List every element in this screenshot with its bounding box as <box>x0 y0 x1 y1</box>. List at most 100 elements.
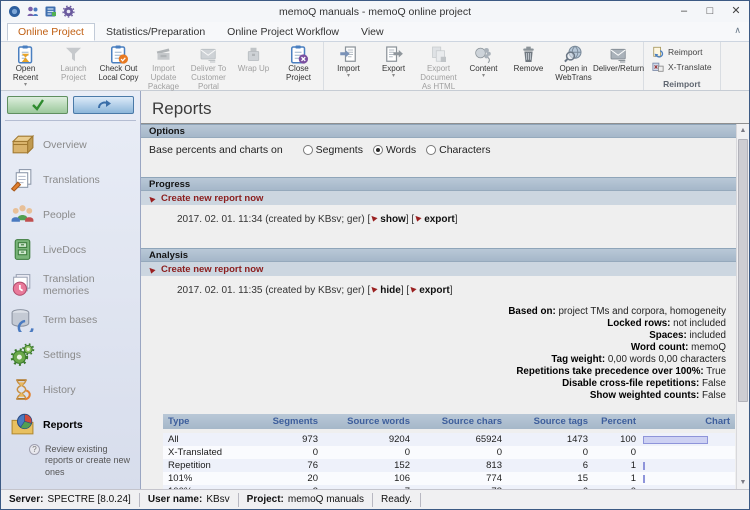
tab-statistics-preparation[interactable]: Statistics/Preparation <box>95 23 216 41</box>
sidebar-item-term-bases[interactable]: Term bases <box>1 302 140 337</box>
cell-source_tags: 1473 <box>507 431 593 446</box>
sidebar-item-overview[interactable]: Overview <box>1 127 140 162</box>
setting-value: included <box>690 330 727 341</box>
list-quick-icon[interactable] <box>44 5 57 18</box>
cell-source_tags: 0 <box>507 446 593 459</box>
radio-segments[interactable]: Segments <box>303 144 363 156</box>
cell-percent: 0 <box>593 446 641 459</box>
deliver-return-button[interactable]: Deliver/Return <box>596 43 641 74</box>
refresh-button[interactable] <box>73 96 134 114</box>
analysis-create-report-link[interactable]: Create new report now <box>141 262 736 276</box>
sidebar-item-translation-memories[interactable]: Translation memories <box>1 267 140 302</box>
reports-icon <box>10 412 35 437</box>
content-button[interactable]: Content▾ <box>461 43 506 78</box>
sidebar-item-reports[interactable]: Reports <box>1 407 140 442</box>
reimport-icon <box>652 46 664 58</box>
red-arrow-icon <box>371 285 378 292</box>
scroll-down-icon[interactable]: ▼ <box>737 476 749 489</box>
content-icon <box>473 44 494 65</box>
show-link[interactable]: show <box>368 214 409 225</box>
cell-source_words: 7 <box>323 485 415 489</box>
sidebar-item-label: People <box>43 209 76 221</box>
progress-export-link[interactable]: export <box>411 214 457 225</box>
status-ready: Ready. <box>373 494 420 505</box>
cell-percent: 1 <box>593 459 641 472</box>
hide-link[interactable]: hide <box>368 285 404 296</box>
x-translate-icon <box>652 61 664 73</box>
ribbon-button-label: Open in WebTrans <box>551 65 596 83</box>
confirm-button[interactable] <box>7 96 68 114</box>
status-value: SPECTRE [8.0.24] <box>47 494 130 505</box>
column-header-segments: Segments <box>241 414 323 431</box>
gear-quick-icon[interactable] <box>62 5 75 18</box>
ribbon-button-label: Deliver/Return <box>593 65 644 74</box>
chart-bar <box>643 475 645 483</box>
cell-segments: 0 <box>241 446 323 459</box>
scrollbar-thumb[interactable] <box>738 139 748 402</box>
export-button[interactable]: Export▾ <box>371 43 416 78</box>
open-recent-button[interactable]: Open Recent▾ <box>3 43 48 87</box>
people-icon <box>10 202 35 227</box>
deliver-to-customer-portal-icon <box>198 44 219 65</box>
setting-value: 0,00 words 0,00 characters <box>608 354 726 365</box>
ribbon-button-label: Wrap Up <box>238 65 269 74</box>
red-arrow-icon <box>149 266 156 273</box>
radio-label: Characters <box>439 144 490 156</box>
radio-characters[interactable]: Characters <box>426 144 490 156</box>
tab-view[interactable]: View <box>350 23 395 41</box>
reimport-button[interactable]: Reimport <box>652 46 712 58</box>
close-button[interactable]: ✕ <box>723 2 749 22</box>
sidebar-item-translations[interactable]: Translations <box>1 162 140 197</box>
setting-label: Show weighted counts: <box>590 390 699 401</box>
people-quick-icon[interactable] <box>26 5 39 18</box>
progress-create-report-link[interactable]: Create new report now <box>141 191 736 205</box>
cell-source_chars: 0 <box>415 446 507 459</box>
tab-online-project-workflow[interactable]: Online Project Workflow <box>216 23 350 41</box>
close-project-button[interactable]: Close Project <box>276 43 321 83</box>
analysis-export-link[interactable]: export <box>406 285 452 296</box>
ribbon-collapse-icon[interactable]: ∧ <box>734 25 741 36</box>
sidebar-item-settings[interactable]: Settings <box>1 337 140 372</box>
vertical-scrollbar[interactable]: ▲ ▼ <box>736 124 749 489</box>
setting-value: not included <box>673 318 726 329</box>
maximize-button[interactable]: □ <box>697 2 723 22</box>
analysis-setting-line: Disable cross-file repetitions: False <box>141 378 726 390</box>
cell-source_tags: 15 <box>507 472 593 485</box>
settings-icon <box>10 342 35 367</box>
ribbon-button-label: Close Project <box>276 65 321 83</box>
launch-project-button: Launch Project <box>51 43 96 83</box>
table-row: Repetition7615281361 <box>163 459 735 472</box>
sidebar-item-label: Translation memories <box>43 273 140 297</box>
radio-words[interactable]: Words <box>373 144 416 156</box>
options-section-header: Options <box>141 124 736 138</box>
x-translate-button[interactable]: X-Translate <box>652 61 712 73</box>
cell-source_chars: 813 <box>415 459 507 472</box>
sidebar-item-people[interactable]: People <box>1 197 140 232</box>
sidebar-item-label: Reports <box>43 419 83 431</box>
cell-type: X-Translated <box>163 446 241 459</box>
remove-button[interactable]: Remove <box>506 43 551 74</box>
tab-online-project[interactable]: Online Project <box>7 23 95 41</box>
ribbon-button-label: Remove <box>514 65 544 74</box>
cell-chart <box>641 446 735 459</box>
sidebar-item-history[interactable]: History <box>1 372 140 407</box>
ribbon-group-document: Import▾Export▾Export Document As HTML▾Co… <box>324 42 644 90</box>
memoq-app-icon[interactable] <box>8 5 21 18</box>
open-in-webtrans-button[interactable]: Open in WebTrans <box>551 43 596 83</box>
analysis-setting-line: Based on: project TMs and corpora, homog… <box>141 306 726 318</box>
sidebar-item-label: Term bases <box>43 314 97 326</box>
sidebar-item-livedocs[interactable]: LiveDocs <box>1 232 140 267</box>
progress-report-line: 2017. 02. 01. 11:34 (created by KBsv; ge… <box>141 205 736 227</box>
check-out-local-copy-button[interactable]: Check Out Local Copy <box>96 43 141 83</box>
cell-source_chars: 78 <box>415 485 507 489</box>
ribbon-button-label: Check Out Local Copy <box>96 65 141 83</box>
scroll-up-icon[interactable]: ▲ <box>737 124 749 137</box>
column-header-source-words: Source words <box>323 414 415 431</box>
sidebar-item-label: History <box>43 384 76 396</box>
minimize-button[interactable]: – <box>671 2 697 22</box>
ribbon-button-label: Launch Project <box>51 65 96 83</box>
chart-bar <box>643 462 645 470</box>
import-button[interactable]: Import▾ <box>326 43 371 78</box>
cell-source_tags: 6 <box>507 459 593 472</box>
chevron-down-icon: ▾ <box>347 74 350 78</box>
